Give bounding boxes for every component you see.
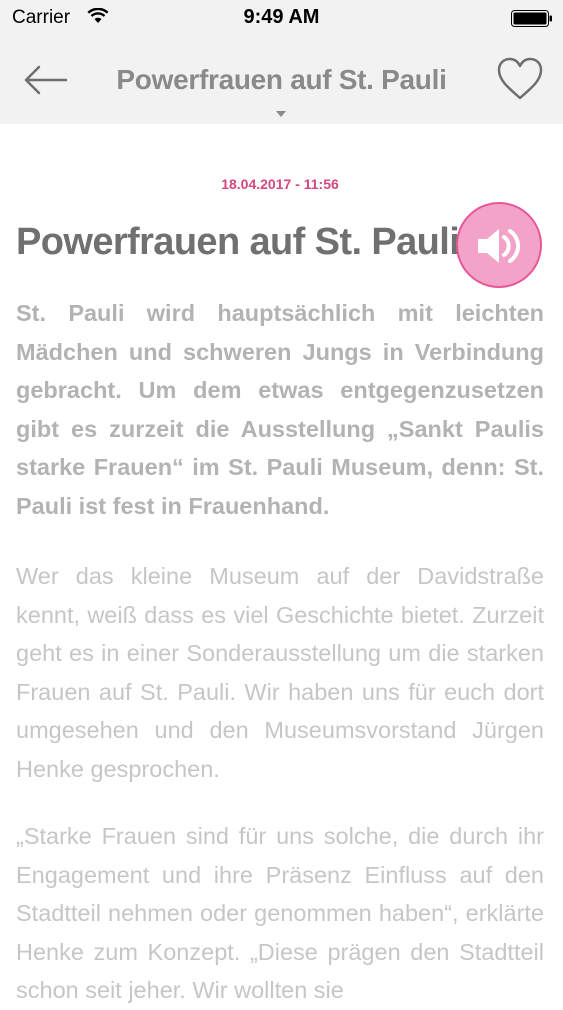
favorite-button[interactable] [496,56,544,102]
status-bar: Carrier 9:49 AM [0,0,563,36]
chevron-down-icon[interactable] [276,104,286,122]
speaker-icon [478,229,520,263]
audio-play-button[interactable] [456,202,542,288]
battery-icon [511,10,553,32]
article-paragraph: Wer das kleine Museum auf der Davidstraß… [16,563,544,782]
clock: 9:49 AM [243,6,320,28]
article-lead: St. Pauli wird hauptsächlich mit leichte… [16,300,544,519]
navigation-bar: Powerfrauen auf St. Pauli [0,36,563,124]
nav-title[interactable]: Powerfrauen auf St. Pauli [0,64,563,96]
article-headline: Powerfrauen auf St. Pauli [16,221,460,263]
heart-outline-icon [497,57,543,100]
article-paragraph: „Starke Frauen sind für uns solche, die … [16,823,544,1003]
article-date: 18.04.2017 - 11:56 [221,176,339,192]
